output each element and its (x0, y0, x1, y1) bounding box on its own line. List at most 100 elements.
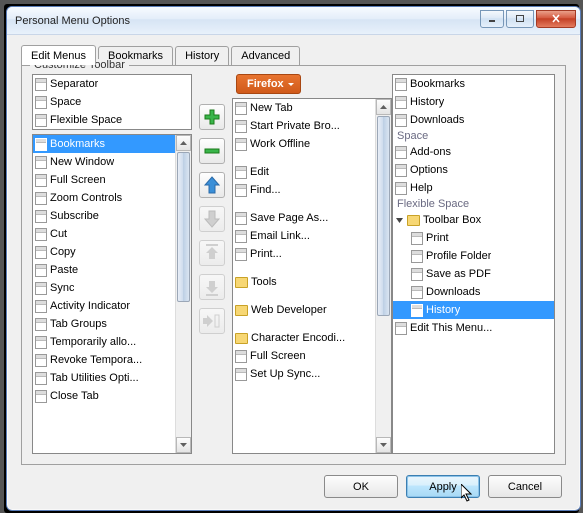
close-button[interactable] (536, 10, 576, 28)
add-icon (203, 108, 221, 126)
folder-icon (235, 305, 248, 316)
page-icon (235, 102, 247, 115)
page-icon (235, 184, 247, 197)
list-item[interactable]: Find... (233, 181, 375, 199)
tab-edit-menus[interactable]: Edit Menus (21, 45, 96, 65)
expand-toggle-icon[interactable] (395, 216, 404, 225)
add-button[interactable] (199, 104, 225, 130)
scroll-thumb[interactable] (377, 116, 390, 316)
page-icon (395, 322, 407, 335)
list-item[interactable]: Character Encodi... (233, 329, 375, 347)
toolbar-items-list[interactable]: Bookmarks New Window Full Screen Zoom Contr… (32, 134, 192, 454)
item-label: Web Developer (251, 304, 327, 316)
list-item[interactable]: New Tab (233, 99, 375, 117)
list-item[interactable]: Print... (233, 245, 375, 263)
item-label: Tab Utilities Opti... (50, 372, 139, 384)
list-item[interactable]: Activity Indicator (33, 297, 175, 315)
firefox-menu-list[interactable]: New TabStart Private Bro...Work Offline E… (232, 98, 392, 454)
list-item[interactable]: Subscribe (33, 207, 175, 225)
list-item[interactable]: History (393, 93, 554, 111)
target-menu-list[interactable]: BookmarksHistoryDownloadsSpaceAdd-onsOpt… (392, 74, 555, 454)
list-item[interactable]: Set Up Sync... (233, 365, 375, 383)
list-item[interactable]: Downloads (393, 111, 554, 129)
list-item[interactable]: Separator (33, 75, 191, 93)
move-up-icon (204, 176, 220, 194)
item-label: Full Screen (50, 174, 106, 186)
folder-icon (407, 215, 420, 226)
list-item[interactable]: Toolbar Box (393, 211, 554, 229)
remove-icon (203, 142, 221, 160)
list-item[interactable]: Full Screen (33, 171, 175, 189)
page-icon (35, 390, 47, 403)
scrollbar[interactable] (375, 99, 391, 453)
list-item[interactable]: Zoom Controls (33, 189, 175, 207)
page-icon (35, 156, 47, 169)
list-item[interactable]: Tab Groups (33, 315, 175, 333)
page-icon (35, 336, 47, 349)
list-item[interactable]: Sync (33, 279, 175, 297)
list-item[interactable]: Help (393, 179, 554, 197)
scroll-up-icon[interactable] (376, 99, 391, 115)
page-icon (35, 300, 47, 313)
page-icon (35, 96, 47, 109)
list-item[interactable]: Revoke Tempora... (33, 351, 175, 369)
spacer-list[interactable]: SeparatorSpace Flexible Space (32, 74, 192, 130)
tab-panel: Customize Toolbar SeparatorSpaceFlexible… (21, 65, 566, 465)
page-icon (235, 230, 247, 243)
page-icon (411, 304, 423, 317)
list-item[interactable]: Tools (233, 273, 375, 291)
list-item[interactable]: Add-ons (393, 143, 554, 161)
list-item[interactable]: Downloads (393, 283, 554, 301)
list-item[interactable]: Start Private Bro... (233, 117, 375, 135)
item-label: New Window (50, 156, 114, 168)
list-item[interactable]: Flexible Space (33, 111, 191, 129)
item-label: Downloads (410, 114, 464, 126)
list-item[interactable]: Tab Utilities Opti... (33, 369, 175, 387)
section-label: Space (393, 129, 554, 143)
maximize-button[interactable] (506, 10, 534, 28)
list-item[interactable]: Edit (233, 163, 375, 181)
list-item[interactable]: Copy (33, 243, 175, 261)
item-label: Tools (251, 276, 277, 288)
list-item[interactable]: Bookmarks (33, 135, 175, 153)
apply-button[interactable]: Apply (406, 475, 480, 498)
move-up-button[interactable] (199, 172, 225, 198)
move-down-button (199, 206, 225, 232)
list-item[interactable]: Options (393, 161, 554, 179)
page-icon (411, 286, 423, 299)
item-label: Add-ons (410, 146, 451, 158)
tab-history[interactable]: History (175, 46, 229, 66)
list-item[interactable]: Web Developer (233, 301, 375, 319)
list-item[interactable]: Edit This Menu... (393, 319, 554, 337)
list-item[interactable]: Cut (33, 225, 175, 243)
list-item[interactable]: Close Tab (33, 387, 175, 405)
list-item[interactable]: History (393, 301, 554, 319)
ok-button[interactable]: OK (324, 475, 398, 498)
scroll-down-icon[interactable] (176, 437, 191, 453)
list-item[interactable]: Full Screen (233, 347, 375, 365)
remove-button[interactable] (199, 138, 225, 164)
scroll-up-icon[interactable] (176, 135, 191, 151)
list-item[interactable]: Save Page As... (233, 209, 375, 227)
page-icon (35, 78, 47, 91)
list-item[interactable]: Work Offline (233, 135, 375, 153)
firefox-menu-button[interactable]: Firefox (236, 74, 301, 94)
cancel-button[interactable]: Cancel (488, 475, 562, 498)
scroll-down-icon[interactable] (376, 437, 391, 453)
list-item[interactable]: Profile Folder (393, 247, 554, 265)
scrollbar[interactable] (175, 135, 191, 453)
list-item[interactable]: Temporarily allo... (33, 333, 175, 351)
scroll-thumb[interactable] (177, 152, 190, 302)
minimize-button[interactable] (480, 10, 504, 28)
list-item[interactable]: New Window (33, 153, 175, 171)
list-item[interactable]: Bookmarks (393, 75, 554, 93)
item-label: Flexible Space (50, 114, 122, 126)
list-item[interactable]: Save as PDF (393, 265, 554, 283)
list-item[interactable]: Space (33, 93, 191, 111)
item-label: Revoke Tempora... (50, 354, 142, 366)
page-icon (35, 228, 47, 241)
list-item[interactable]: Email Link... (233, 227, 375, 245)
list-item[interactable]: Print (393, 229, 554, 247)
list-item[interactable]: Paste (33, 261, 175, 279)
tab-advanced[interactable]: Advanced (231, 46, 300, 66)
